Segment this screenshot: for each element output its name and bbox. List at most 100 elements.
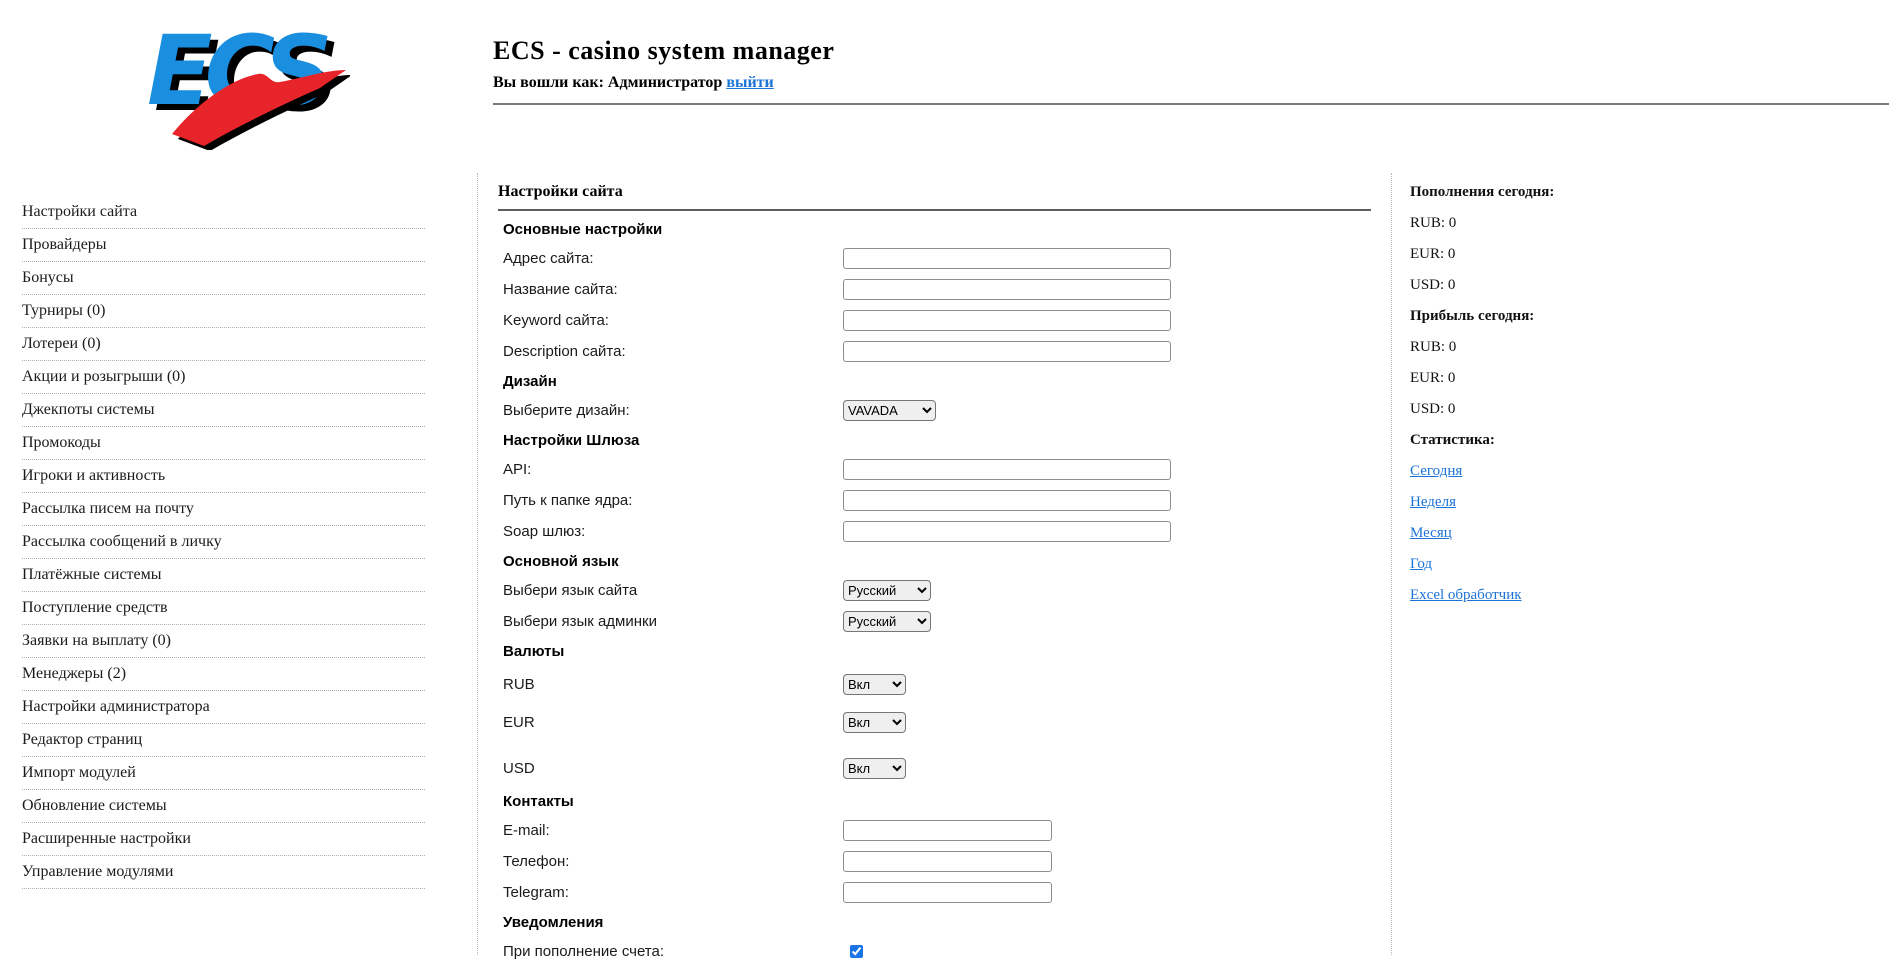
form-row: Путь к папке ядра: bbox=[503, 485, 1371, 516]
form-row: Keyword сайта: bbox=[503, 305, 1371, 336]
page-title: Настройки сайта bbox=[498, 183, 623, 200]
form-row: Выбери язык админки Русский bbox=[503, 606, 1371, 637]
sidebar-item-1[interactable]: Провайдеры bbox=[22, 229, 425, 262]
field-label: E-mail: bbox=[503, 822, 550, 839]
sidebar-item-0[interactable]: Настройки сайта bbox=[22, 196, 425, 229]
form-row: RUB Вкл bbox=[503, 665, 1371, 703]
ecs-logo: ECS ECS bbox=[147, 15, 350, 150]
form-section-header: Основной язык bbox=[503, 552, 619, 570]
form-row: Soap шлюз: bbox=[503, 516, 1371, 547]
field-label: Keyword сайта: bbox=[503, 312, 609, 329]
sidebar-item-14[interactable]: Менеджеры (2) bbox=[22, 658, 425, 691]
form-row: Адрес сайта: bbox=[503, 243, 1371, 274]
text-input[interactable] bbox=[843, 459, 1171, 480]
stats-link[interactable]: Неделя bbox=[1410, 494, 1456, 510]
field-label: RUB bbox=[503, 675, 535, 693]
stats-header: Пополнения сегодня: bbox=[1410, 184, 1555, 200]
settings-panel: Настройки сайта Основные настройки Адрес … bbox=[477, 173, 1392, 960]
field-label: Телефон: bbox=[503, 853, 570, 870]
stats-link-row: Неделя bbox=[1410, 494, 1710, 515]
sidebar-item-13[interactable]: Заявки на выплату (0) bbox=[22, 625, 425, 658]
sidebar-item-10[interactable]: Рассылка сообщений в личку bbox=[22, 526, 425, 559]
stats-value: RUB: 0 bbox=[1410, 215, 1457, 231]
form-section-header: Настройки Шлюза bbox=[503, 431, 640, 449]
sidebar-item-4[interactable]: Лотереи (0) bbox=[22, 328, 425, 361]
sidebar-item-6[interactable]: Джекпоты системы bbox=[22, 394, 425, 427]
form-row: Telegram: bbox=[503, 877, 1371, 908]
checkbox-input[interactable] bbox=[850, 945, 863, 958]
form-section-header: Контакты bbox=[503, 792, 574, 810]
sidebar-item-18[interactable]: Обновление системы bbox=[22, 790, 425, 823]
stats-header: Прибыль сегодня: bbox=[1410, 308, 1535, 324]
form-row: Выбери язык сайта Русский bbox=[503, 575, 1371, 606]
select-input[interactable]: VAVADA bbox=[843, 400, 936, 421]
form-row: API: bbox=[503, 454, 1371, 485]
select-input[interactable]: Вкл bbox=[843, 757, 906, 779]
text-input[interactable] bbox=[843, 248, 1171, 269]
form-row: EUR Вкл bbox=[503, 703, 1371, 741]
field-label: Выбери язык сайта bbox=[503, 582, 638, 599]
stats-value: USD: 0 bbox=[1410, 401, 1456, 417]
select-input[interactable]: Русский bbox=[843, 611, 931, 632]
stats-link[interactable]: Excel обработчик bbox=[1410, 587, 1522, 603]
field-label: Soap шлюз: bbox=[503, 523, 586, 540]
page-header: ECS - casino system manager Вы вошли как… bbox=[493, 36, 1890, 105]
text-input[interactable] bbox=[843, 279, 1171, 300]
form-row: Телефон: bbox=[503, 846, 1371, 877]
field-label: USD bbox=[503, 759, 535, 777]
sidebar-item-3[interactable]: Турниры (0) bbox=[22, 295, 425, 328]
text-input[interactable] bbox=[843, 851, 1052, 872]
field-label: Выбери язык админки bbox=[503, 613, 657, 630]
sidebar-item-7[interactable]: Промокоды bbox=[22, 427, 425, 460]
stats-link-row: Месяц bbox=[1410, 525, 1710, 546]
sidebar-item-12[interactable]: Поступление средств bbox=[22, 592, 425, 625]
text-input[interactable] bbox=[843, 882, 1052, 903]
field-label: EUR bbox=[503, 713, 535, 731]
select-input[interactable]: Вкл bbox=[843, 673, 906, 695]
sidebar-item-20[interactable]: Управление модулями bbox=[22, 856, 425, 889]
text-input[interactable] bbox=[843, 490, 1171, 511]
field-label: Выберите дизайн: bbox=[503, 402, 630, 419]
field-label: Адрес сайта: bbox=[503, 250, 594, 267]
form-row: USD Вкл bbox=[503, 749, 1371, 787]
stats-link[interactable]: Сегодня bbox=[1410, 463, 1462, 479]
title-divider bbox=[498, 209, 1371, 211]
sidebar-item-9[interactable]: Рассылка писем на почту bbox=[22, 493, 425, 526]
sidebar-item-17[interactable]: Импорт модулей bbox=[22, 757, 425, 790]
form-row: При пополнение счета: bbox=[503, 936, 1371, 967]
app-title: ECS - casino system manager bbox=[493, 36, 835, 65]
select-input[interactable]: Вкл bbox=[843, 711, 906, 733]
login-status-text: Вы вошли как: Администратор bbox=[493, 74, 723, 91]
sidebar-item-8[interactable]: Игроки и активность bbox=[22, 460, 425, 493]
field-label: При пополнение счета: bbox=[503, 943, 665, 960]
stats-panel: Пополнения сегодня: RUB: 0 EUR: 0 USD: 0 При… bbox=[1410, 184, 1710, 618]
sidebar-item-2[interactable]: Бонусы bbox=[22, 262, 425, 295]
header-divider bbox=[493, 103, 1889, 105]
stats-link[interactable]: Месяц bbox=[1410, 525, 1452, 541]
stats-link-row: Сегодня bbox=[1410, 463, 1710, 484]
stats-value: EUR: 0 bbox=[1410, 246, 1456, 262]
settings-form: Основные настройки Адрес сайта: Название с… bbox=[498, 215, 1371, 967]
sidebar-item-15[interactable]: Настройки администратора bbox=[22, 691, 425, 724]
text-input[interactable] bbox=[843, 521, 1171, 542]
login-status: Вы вошли как: Администратор выйти bbox=[493, 74, 1890, 92]
sidebar-item-5[interactable]: Акции и розыгрыши (0) bbox=[22, 361, 425, 394]
field-label: API: bbox=[503, 461, 532, 478]
sidebar-menu: Настройки сайта Провайдеры Бонусы Турниры (… bbox=[22, 196, 425, 889]
sidebar-item-11[interactable]: Платёжные системы bbox=[22, 559, 425, 592]
text-input[interactable] bbox=[843, 820, 1052, 841]
form-row: Description сайта: bbox=[503, 336, 1371, 367]
logout-link[interactable]: выйти bbox=[726, 74, 773, 91]
select-input[interactable]: Русский bbox=[843, 580, 931, 601]
field-label: Название сайта: bbox=[503, 281, 618, 298]
form-section-header: Дизайн bbox=[503, 372, 557, 390]
sidebar-item-16[interactable]: Редактор страниц bbox=[22, 724, 425, 757]
stats-link-row: Год bbox=[1410, 556, 1710, 577]
form-section-header: Основные настройки bbox=[503, 220, 663, 238]
sidebar-item-19[interactable]: Расширенные настройки bbox=[22, 823, 425, 856]
text-input[interactable] bbox=[843, 341, 1171, 362]
stats-link[interactable]: Год bbox=[1410, 556, 1432, 572]
text-input[interactable] bbox=[843, 310, 1171, 331]
stats-value: RUB: 0 bbox=[1410, 339, 1457, 355]
form-section-header: Валюты bbox=[503, 642, 565, 660]
